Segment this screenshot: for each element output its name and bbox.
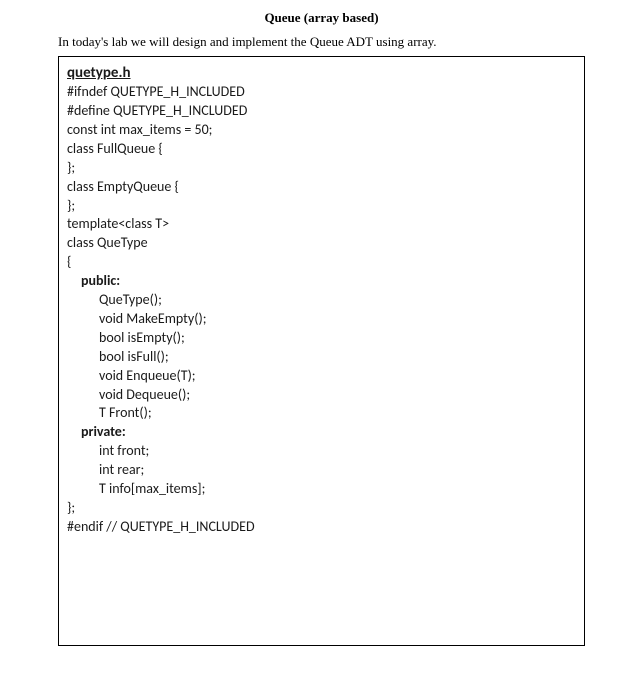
- code-line: class FullQueue {: [67, 140, 576, 159]
- code-line: };: [67, 159, 576, 178]
- code-line: };: [67, 499, 576, 518]
- page-title: Queue (array based): [0, 10, 643, 26]
- code-filename: quetype.h: [67, 63, 576, 83]
- code-line: QueType();: [67, 291, 576, 310]
- code-line-private: private:: [67, 423, 576, 442]
- code-line: class EmptyQueue {: [67, 178, 576, 197]
- code-line: bool isFull();: [67, 348, 576, 367]
- code-line-public: public:: [67, 272, 576, 291]
- intro-text: In today's lab we will design and implem…: [58, 34, 643, 50]
- code-line: T Front();: [67, 404, 576, 423]
- code-line: #ifndef QUETYPE_H_INCLUDED: [67, 83, 576, 102]
- code-line: int rear;: [67, 461, 576, 480]
- code-line: void Enqueue(T);: [67, 367, 576, 386]
- code-line: int front;: [67, 442, 576, 461]
- code-line: };: [67, 197, 576, 216]
- code-line: void MakeEmpty();: [67, 310, 576, 329]
- code-line: T info[max_items];: [67, 480, 576, 499]
- code-line: class QueType: [67, 234, 576, 253]
- code-line: template<class T>: [67, 215, 576, 234]
- code-line: #define QUETYPE_H_INCLUDED: [67, 102, 576, 121]
- code-line: #endif // QUETYPE_H_INCLUDED: [67, 518, 576, 537]
- code-line: bool isEmpty();: [67, 329, 576, 348]
- code-listing-box: quetype.h #ifndef QUETYPE_H_INCLUDED #de…: [58, 56, 585, 646]
- code-line: {: [67, 253, 576, 272]
- code-line: void Dequeue();: [67, 386, 576, 405]
- code-line: const int max_items = 50;: [67, 121, 576, 140]
